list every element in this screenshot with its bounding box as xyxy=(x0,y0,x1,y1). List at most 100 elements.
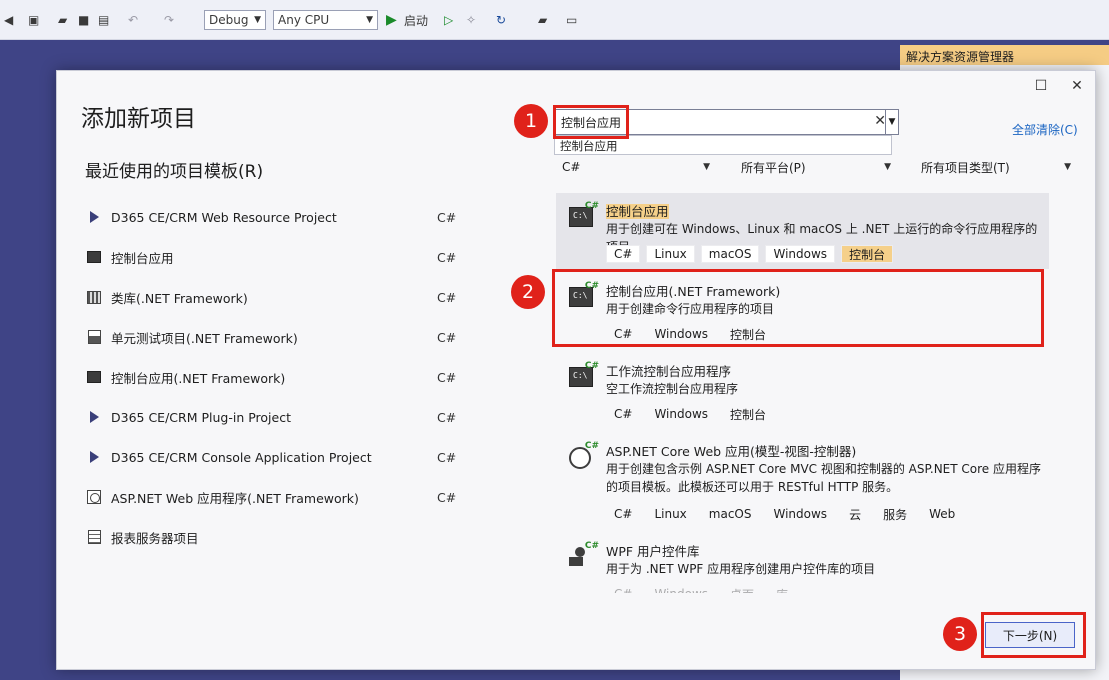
d365-icon xyxy=(85,408,103,426)
template-description: 用于为 .NET WPF 应用程序创建用户控件库的项目 xyxy=(606,562,876,576)
recent-item-lang: C# xyxy=(437,449,457,465)
next-button[interactable]: 下一步(N) xyxy=(985,622,1075,648)
save-all-icon[interactable]: ▤ xyxy=(98,10,109,30)
platform-filter[interactable]: 所有平台(P) ▼ xyxy=(741,157,891,177)
template-tag: 云 xyxy=(849,507,862,522)
recent-templates-list: D365 CE/CRM Web Resource Project C# 控制台应… xyxy=(85,197,465,557)
platform-filter-value: 所有平台(P) xyxy=(741,160,806,175)
template-tag: Linux xyxy=(646,245,695,263)
new-project-icon[interactable]: ▣ xyxy=(28,10,39,30)
template-tag: Windows xyxy=(646,585,716,593)
template-search-box[interactable]: ✕ xyxy=(554,109,890,135)
recent-item-lang: C# xyxy=(437,289,457,305)
template-name-text: 控制台应用 xyxy=(606,204,669,219)
report-icon xyxy=(85,528,103,546)
chevron-down-icon: ▼ xyxy=(366,15,373,25)
recent-item-name: D365 CE/CRM Plug-in Project xyxy=(111,409,291,425)
recent-item-lang: C# xyxy=(437,489,457,505)
refresh-icon[interactable]: ↻ xyxy=(496,10,506,30)
template-tag: macOS xyxy=(700,245,760,263)
template-item-wpf-usercontrol[interactable]: C# WPF 用户控件库 用于为 .NET WPF 应用程序创建用户控件库的项目… xyxy=(556,533,1049,593)
recent-item-lang: C# xyxy=(437,369,457,385)
template-tag: Windows xyxy=(765,245,836,263)
search-suggestion-item[interactable]: 控制台应用 xyxy=(554,135,892,155)
template-tags: C# Linux macOS Windows 云 服务 Web xyxy=(606,505,963,523)
language-filter[interactable]: C# ▼ xyxy=(562,157,710,177)
language-filter-value: C# xyxy=(562,160,581,174)
recent-item-lang: C# xyxy=(437,409,457,425)
folder-icon[interactable]: ▰ xyxy=(538,10,547,30)
template-tags: C# Linux macOS Windows 控制台 xyxy=(606,245,894,263)
project-type-filter-value: 所有项目类型(T) xyxy=(921,160,1010,175)
start-play-icon[interactable]: ▶ xyxy=(386,10,397,30)
console-template-icon: C:\ C# xyxy=(569,281,599,307)
recent-item[interactable]: 控制台应用(.NET Framework) C# xyxy=(85,357,465,397)
template-item-aspnet-core-mvc[interactable]: C# ASP.NET Core Web 应用(模型-视图-控制器) 用于创建包含… xyxy=(556,433,1049,529)
template-tag: Web xyxy=(929,507,956,521)
recent-item-name: 控制台应用 xyxy=(111,250,174,266)
recent-item[interactable]: 类库(.NET Framework) C# xyxy=(85,277,465,317)
undo-icon[interactable]: ↶ xyxy=(128,10,138,30)
recent-item[interactable]: ASP.NET Web 应用程序(.NET Framework) C# xyxy=(85,477,465,517)
recent-item-name: 类库(.NET Framework) xyxy=(111,290,248,306)
platform-value: Any CPU xyxy=(278,13,330,27)
recent-item[interactable]: 单元测试项目(.NET Framework) C# xyxy=(85,317,465,357)
template-tag: C# xyxy=(614,507,633,521)
template-description: 空工作流控制台应用程序 xyxy=(606,382,739,396)
template-item-console-app-framework[interactable]: C:\ C# 控制台应用(.NET Framework) 用于创建命令行应用程序的… xyxy=(556,273,1049,349)
template-tags: C# Windows 桌面 库 xyxy=(606,585,796,593)
wpf-template-icon: C# xyxy=(569,541,599,567)
template-tag: 控制台 xyxy=(841,245,894,263)
recent-item[interactable]: D365 CE/CRM Plug-in Project C# xyxy=(85,397,465,437)
start-without-debug-icon[interactable]: ▷ xyxy=(444,10,453,30)
chevron-down-icon: ▼ xyxy=(888,117,896,127)
annotation-badge: 2 xyxy=(511,275,545,309)
recent-item[interactable]: D365 CE/CRM Web Resource Project C# xyxy=(85,197,465,237)
template-item-console-app[interactable]: C:\ C# 控制台应用 用于创建可在 Windows、Linux 和 macOS… xyxy=(556,193,1049,269)
start-label: 启动 xyxy=(404,13,429,28)
template-search-input[interactable] xyxy=(555,111,855,133)
web-template-icon: C# xyxy=(569,441,599,469)
template-tag: Windows xyxy=(654,407,709,421)
console-icon xyxy=(85,368,103,386)
maximize-icon[interactable]: ☐ xyxy=(1027,75,1055,97)
template-tag: Linux xyxy=(654,507,687,521)
template-item-workflow-console[interactable]: C:\ C# 工作流控制台应用程序 空工作流控制台应用程序 C# Windows … xyxy=(556,353,1049,429)
template-name: 工作流控制台应用程序 xyxy=(606,364,732,379)
template-tag: macOS xyxy=(708,507,752,521)
platform-dropdown[interactable]: Any CPU ▼ xyxy=(273,10,378,30)
recent-item-name: 单元测试项目(.NET Framework) xyxy=(111,330,298,346)
back-icon[interactable]: ◀ xyxy=(4,10,13,30)
recent-item-lang: C# xyxy=(437,249,457,265)
console-icon xyxy=(85,248,103,266)
d365-icon xyxy=(85,208,103,226)
search-history-dropdown[interactable]: ▼ xyxy=(885,109,899,135)
redo-icon[interactable]: ↷ xyxy=(164,10,174,30)
template-name: 控制台应用 xyxy=(606,201,669,220)
window-layout-icon[interactable]: ▭ xyxy=(566,10,577,30)
template-tags: C# Windows 控制台 xyxy=(606,405,774,423)
template-description: 用于创建命令行应用程序的项目 xyxy=(606,302,775,316)
save-icon[interactable]: ■ xyxy=(78,10,89,30)
recent-item-name: D365 CE/CRM Console Application Project xyxy=(111,449,372,465)
template-tags: C# Windows 控制台 xyxy=(606,325,774,343)
template-results-list: C:\ C# 控制台应用 用于创建可在 Windows、Linux 和 macOS… xyxy=(556,193,1049,593)
clear-all-link[interactable]: 全部清除(C) xyxy=(1012,121,1078,138)
attach-icon[interactable]: ✧ xyxy=(466,10,476,30)
config-dropdown[interactable]: Debug ▼ xyxy=(204,10,266,30)
template-tag: 库 xyxy=(768,585,796,594)
recent-item-lang: C# xyxy=(437,209,457,225)
library-icon xyxy=(85,288,103,306)
template-description: 用于创建包含示例 ASP.NET Core MVC 视图和控制器的 ASP.NE… xyxy=(606,462,1041,494)
open-folder-icon[interactable]: ▰ xyxy=(58,10,67,30)
start-button[interactable]: 启动 xyxy=(404,10,428,30)
template-tag: C# xyxy=(614,407,633,421)
recent-item[interactable]: 控制台应用 C# xyxy=(85,237,465,277)
close-icon[interactable]: ✕ xyxy=(1063,75,1091,97)
template-tag: 服务 xyxy=(883,507,908,522)
recent-item[interactable]: D365 CE/CRM Console Application Project … xyxy=(85,437,465,477)
template-name: WPF 用户控件库 xyxy=(606,544,700,559)
recent-item[interactable]: 报表服务器项目 xyxy=(85,517,465,557)
project-type-filter[interactable]: 所有项目类型(T) ▼ xyxy=(921,157,1071,177)
recent-item-name: 控制台应用(.NET Framework) xyxy=(111,370,286,386)
